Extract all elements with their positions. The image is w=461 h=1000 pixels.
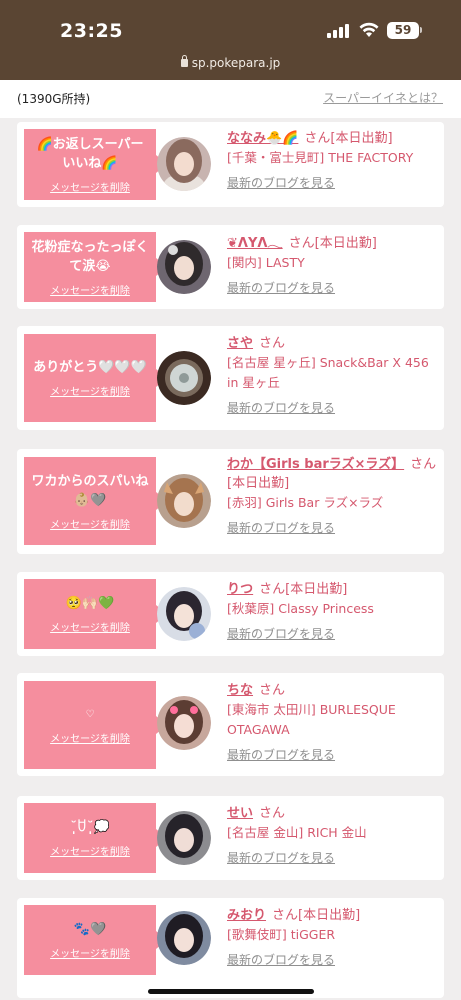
message-bubble: ˘̩̩̩ꇴ˘̩̩̩💭 メッセージを削除	[24, 803, 156, 873]
avatar[interactable]	[157, 811, 211, 865]
shop-name: [赤羽] Girls Bar ラズ×ラズ	[227, 495, 384, 510]
latest-blog-link[interactable]: 最新のブログを見る	[227, 279, 442, 296]
latest-blog-link[interactable]: 最新のブログを見る	[227, 519, 442, 536]
cast-info: りつ さん[本日出勤] [秋葉原] Classy Princess 最新のブログを…	[227, 580, 442, 642]
cast-name-link[interactable]: せい	[227, 806, 253, 821]
points-balance: (1390G所持)	[17, 92, 91, 106]
lock-icon	[180, 55, 188, 67]
avatar[interactable]	[157, 351, 211, 405]
delete-message-link[interactable]: メッセージを削除	[50, 730, 130, 745]
message-text: 🐾🩶	[73, 922, 107, 937]
list-item: ワカからのスパいね👶🏼🩶 メッセージを削除 わか【Girls barラズ×ラズ】…	[17, 449, 444, 554]
home-indicator[interactable]	[148, 989, 314, 994]
delete-message-link[interactable]: メッセージを削除	[50, 516, 130, 531]
shop-name: [名古屋 星ヶ丘] Snack&Bar X 456 in 星ヶ丘	[227, 355, 429, 390]
message-bubble: ワカからのスパいね👶🏼🩶 メッセージを削除	[24, 457, 156, 545]
message-bubble: 🌈お返しスーパーいいね🌈 メッセージを削除	[24, 129, 156, 200]
delete-message-link[interactable]: メッセージを削除	[50, 843, 130, 858]
cast-status: さん	[259, 683, 286, 698]
delete-message-link[interactable]: メッセージを削除	[50, 282, 130, 297]
message-text: ˘̩̩̩ꇴ˘̩̩̩💭	[70, 820, 110, 835]
list-item: 🥺🙌🏻💚 メッセージを削除 りつ さん[本日出勤] [秋葉原] Classy Pr…	[17, 572, 444, 656]
message-bubble: 花粉症なったっぽくて涙😭 メッセージを削除	[24, 232, 156, 302]
cast-status: さん[本日出勤]	[304, 131, 393, 146]
message-bubble: 🐾🩶 メッセージを削除	[24, 905, 156, 975]
cast-info: せい さん [名古屋 金山] RICH 金山 最新のブログを見る	[227, 804, 442, 866]
message-text: 🌈お返しスーパーいいね🌈	[36, 137, 144, 171]
cast-info: さや さん [名古屋 星ヶ丘] Snack&Bar X 456 in 星ヶ丘 最新…	[227, 334, 442, 416]
shop-name: [秋葉原] Classy Princess	[227, 601, 374, 616]
cast-status: さん[本日出勤]	[288, 236, 377, 251]
message-bubble: 🥺🙌🏻💚 メッセージを削除	[24, 579, 156, 649]
status-bar: 23:25 59 sp.pokepara.jp	[0, 0, 461, 80]
avatar[interactable]	[157, 137, 211, 191]
message-text: ♡	[85, 709, 95, 720]
delete-message-link[interactable]: メッセージを削除	[50, 619, 130, 634]
list-item: ˘̩̩̩ꇴ˘̩̩̩💭 メッセージを削除 せい さん [名古屋 金山] RICH 金…	[17, 796, 444, 880]
shop-name: [歌舞伎町] tiGGER	[227, 927, 336, 942]
cast-name-link[interactable]: ちな	[227, 683, 253, 698]
battery-icon: 59	[387, 22, 419, 39]
url-bar[interactable]: sp.pokepara.jp	[0, 55, 461, 70]
list-item: 花粉症なったっぽくて涙😭 メッセージを削除 ❦ΛYΛ𓂃 さん[本日出勤] [関内]…	[17, 225, 444, 309]
shop-name: [東海市 太田川] BURLESQUE OTAGAWA	[227, 702, 396, 737]
cast-name-link[interactable]: ❦ΛYΛ𓂃	[227, 236, 283, 251]
points-bar: (1390G所持) スーパーイイネとは？	[0, 80, 461, 118]
latest-blog-link[interactable]: 最新のブログを見る	[227, 399, 442, 416]
cast-name-link[interactable]: さや	[227, 336, 253, 351]
battery-tip	[420, 27, 422, 33]
avatar[interactable]	[157, 911, 211, 965]
delete-message-link[interactable]: メッセージを削除	[50, 945, 130, 960]
url-text: sp.pokepara.jp	[191, 56, 281, 70]
message-text: ありがとう🤍🤍🤍	[33, 360, 147, 375]
list-item: ♡ メッセージを削除 ちな さん [東海市 太田川] BURLESQUE OTAG…	[17, 673, 444, 776]
cast-name-link[interactable]: みおり	[227, 908, 266, 923]
shop-name: [名古屋 金山] RICH 金山	[227, 825, 367, 840]
latest-blog-link[interactable]: 最新のブログを見る	[227, 174, 442, 191]
cast-info: みおり さん[本日出勤] [歌舞伎町] tiGGER 最新のブログを見る	[227, 906, 442, 968]
cast-info: ❦ΛYΛ𓂃 さん[本日出勤] [関内] LASTY 最新のブログを見る	[227, 234, 442, 296]
latest-blog-link[interactable]: 最新のブログを見る	[227, 849, 442, 866]
cast-status: さん	[259, 806, 286, 821]
cast-status: さん	[259, 336, 286, 351]
cast-status: さん[本日出勤]	[259, 582, 348, 597]
delete-message-link[interactable]: メッセージを削除	[50, 383, 130, 398]
message-text: 🥺🙌🏻💚	[65, 596, 115, 611]
list-item: ありがとう🤍🤍🤍 メッセージを削除 さや さん [名古屋 星ヶ丘] Snack&B…	[17, 326, 444, 430]
list-item: 🌈お返しスーパーいいね🌈 メッセージを削除 ななみ🐣🌈 さん[本日出勤] [千葉・…	[17, 122, 444, 207]
cast-info: ななみ🐣🌈 さん[本日出勤] [千葉・富士見町] THE FACTORY 最新のブ…	[227, 129, 442, 191]
cast-name-link[interactable]: りつ	[227, 582, 253, 597]
message-bubble: ありがとう🤍🤍🤍 メッセージを削除	[24, 334, 156, 422]
message-text: ワカからのスパいね👶🏼🩶	[31, 473, 149, 508]
message-text: 花粉症なったっぽくて涙😭	[31, 239, 149, 274]
cast-info: わか【Girls barラズ×ラズ】 さん[本日出勤] [赤羽] Girls Ba…	[227, 455, 442, 536]
cast-info: ちな さん [東海市 太田川] BURLESQUE OTAGAWA 最新のブログを…	[227, 681, 442, 763]
delete-message-link[interactable]: メッセージを削除	[50, 179, 130, 194]
latest-blog-link[interactable]: 最新のブログを見る	[227, 951, 442, 968]
cast-name-link[interactable]: わか【Girls barラズ×ラズ】	[227, 457, 404, 472]
avatar[interactable]	[157, 696, 211, 750]
shop-name: [千葉・富士見町] THE FACTORY	[227, 150, 414, 165]
latest-blog-link[interactable]: 最新のブログを見る	[227, 746, 442, 763]
avatar[interactable]	[157, 587, 211, 641]
latest-blog-link[interactable]: 最新のブログを見る	[227, 625, 442, 642]
wifi-icon	[359, 22, 379, 37]
cast-name-link[interactable]: ななみ🐣🌈	[227, 131, 298, 146]
shop-name: [関内] LASTY	[227, 255, 305, 270]
signal-icon	[327, 22, 351, 38]
cast-status: さん[本日出勤]	[272, 908, 361, 923]
avatar[interactable]	[157, 240, 211, 294]
super-iine-help-link[interactable]: スーパーイイネとは？	[323, 89, 443, 106]
list-item: 🐾🩶 メッセージを削除 みおり さん[本日出勤] [歌舞伎町] tiGGER 最新…	[17, 898, 444, 998]
avatar[interactable]	[157, 474, 211, 528]
status-time: 23:25	[60, 20, 123, 42]
message-bubble: ♡ メッセージを削除	[24, 681, 156, 769]
